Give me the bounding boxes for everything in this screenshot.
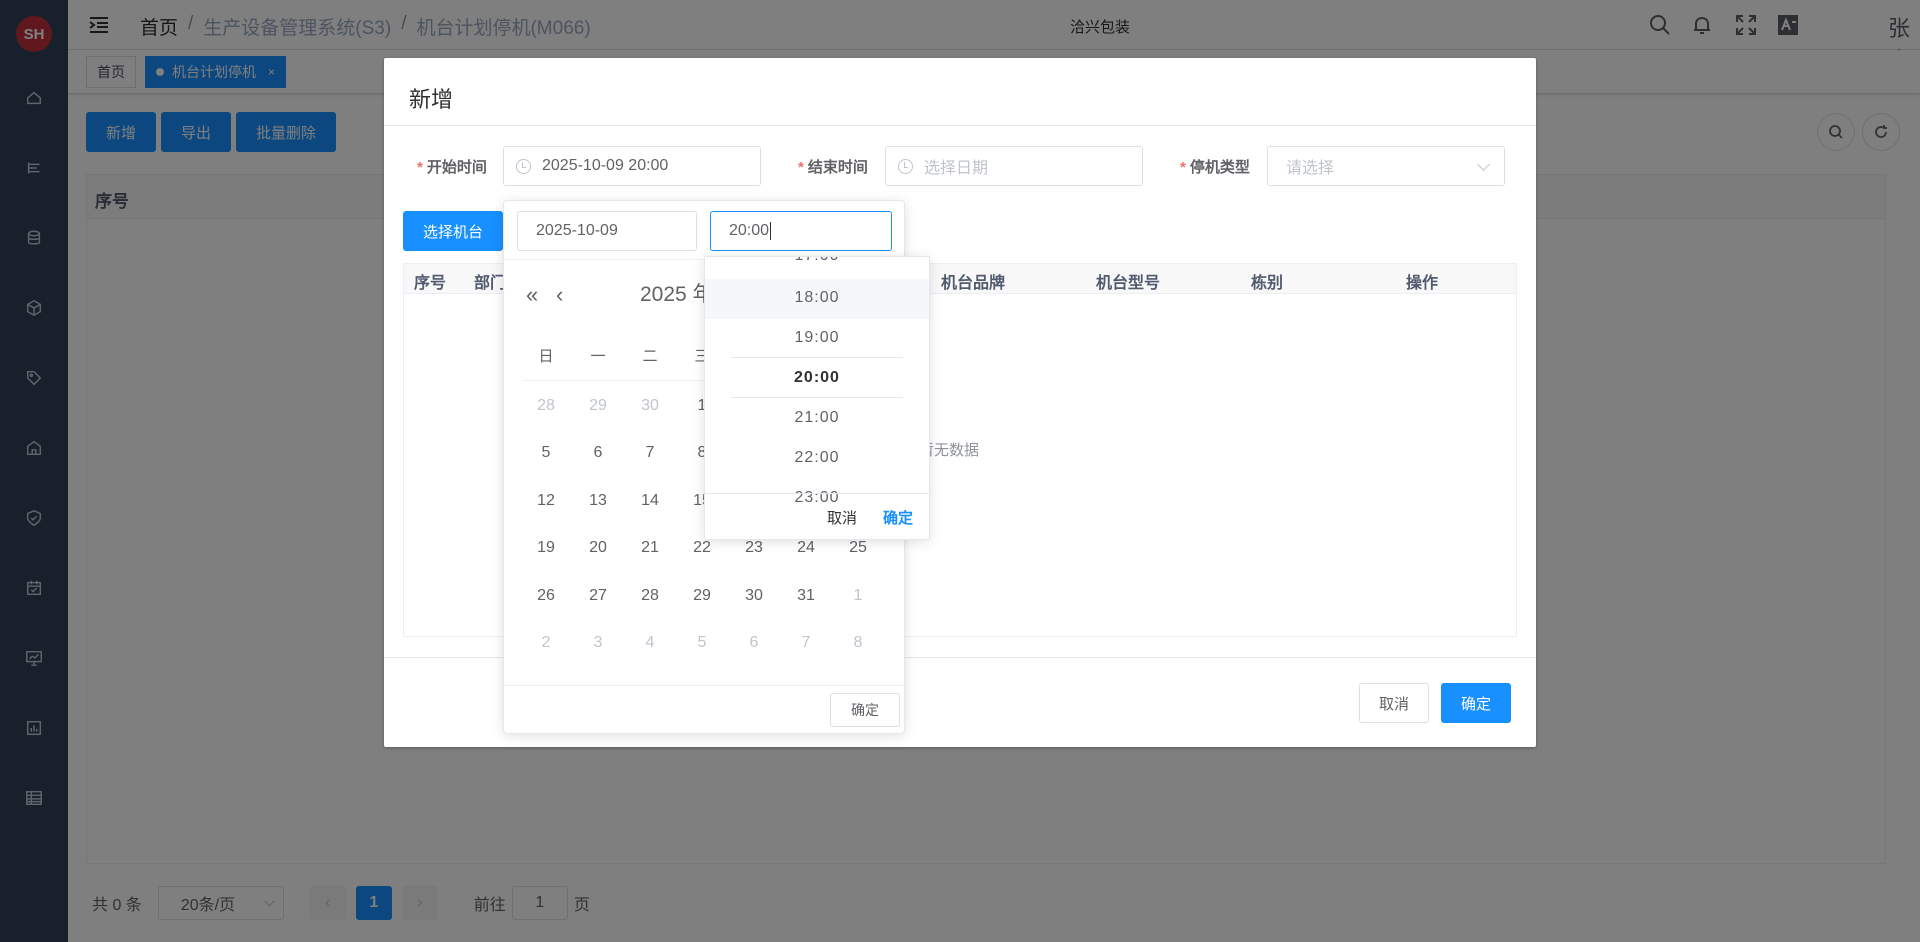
- time-option[interactable]: 21:00: [705, 409, 929, 427]
- start-time-label-text: 开始时间: [426, 159, 487, 176]
- text-cursor: [770, 222, 772, 240]
- col-actions: 操作: [1406, 275, 1439, 292]
- calendar-day[interactable]: 1: [840, 584, 876, 608]
- end-time-label-text: 结束时间: [807, 159, 868, 176]
- time-confirm-button[interactable]: 确定: [883, 507, 913, 528]
- calendar-day[interactable]: 29: [580, 394, 616, 418]
- weekday-label: 日: [538, 348, 554, 365]
- end-time-label: * 结束时间: [798, 156, 868, 177]
- calendar-day[interactable]: 4: [632, 631, 668, 655]
- time-option[interactable]: 20:00: [705, 369, 929, 387]
- col-department: 部门: [474, 275, 507, 292]
- calendar-day[interactable]: 7: [632, 441, 668, 465]
- prev-year-icon[interactable]: «: [526, 282, 538, 308]
- picker-time-input[interactable]: 20:00: [710, 211, 892, 251]
- divider: [504, 685, 904, 686]
- required-mark: *: [417, 159, 423, 176]
- calendar-day[interactable]: 19: [528, 536, 564, 560]
- time-option[interactable]: 17:00: [705, 257, 929, 265]
- selection-line-bottom: [731, 397, 903, 398]
- time-cancel-button[interactable]: 取消: [827, 507, 857, 528]
- end-time-input[interactable]: 选择日期: [885, 146, 1143, 186]
- calendar-day[interactable]: 13: [580, 489, 616, 513]
- calendar-day[interactable]: 2: [528, 631, 564, 655]
- picker-time-value: 20:00: [729, 222, 770, 239]
- calendar-day[interactable]: 31: [788, 584, 824, 608]
- time-option[interactable]: 22:00: [705, 449, 929, 467]
- calendar-day[interactable]: 26: [528, 584, 564, 608]
- start-time-input[interactable]: 2025-10-09 20:00: [503, 146, 761, 186]
- cancel-button[interactable]: 取消: [1359, 683, 1429, 723]
- time-option[interactable]: 19:00: [705, 329, 929, 347]
- calendar-day[interactable]: 5: [528, 441, 564, 465]
- calendar-day[interactable]: 28: [632, 584, 668, 608]
- picker-date-input[interactable]: 2025-10-09: [517, 211, 697, 251]
- calendar-day[interactable]: 6: [580, 441, 616, 465]
- confirm-button[interactable]: 确定: [1441, 683, 1511, 723]
- calendar-day[interactable]: 3: [580, 631, 616, 655]
- calendar-day[interactable]: 14: [632, 489, 668, 513]
- divider: [705, 493, 929, 494]
- required-mark: *: [1180, 159, 1186, 176]
- calendar-day[interactable]: 28: [528, 394, 564, 418]
- col-index: 序号: [414, 275, 447, 292]
- col-machine-brand: 机台品牌: [941, 275, 1006, 292]
- calendar-day[interactable]: 5: [684, 631, 720, 655]
- chevron-down-icon: [1477, 158, 1490, 171]
- time-spinner-panel: 17:00 18:00 19:00 20:00 21:00 22:00 23:00 取消 确…: [704, 256, 930, 540]
- calendar-day[interactable]: 8: [840, 631, 876, 655]
- stop-type-label: * 停机类型: [1180, 156, 1250, 177]
- start-time-label: * 开始时间: [417, 156, 487, 177]
- stop-type-placeholder: 请选择: [1286, 160, 1335, 177]
- divider: [384, 125, 1536, 126]
- choose-machine-button[interactable]: 选择机台: [403, 211, 503, 251]
- calendar-day[interactable]: 20: [580, 536, 616, 560]
- end-time-placeholder: 选择日期: [924, 160, 989, 177]
- weekday-label: 一: [590, 348, 606, 365]
- col-building: 栋别: [1251, 275, 1284, 292]
- time-option[interactable]: 23:00: [705, 489, 929, 507]
- calendar-day[interactable]: 29: [684, 584, 720, 608]
- stop-type-label-text: 停机类型: [1189, 159, 1250, 176]
- required-mark: *: [798, 159, 804, 176]
- picker-ok-button[interactable]: 确定: [830, 693, 900, 727]
- col-machine-model: 机台型号: [1096, 275, 1161, 292]
- dialog-title: 新增: [409, 87, 454, 112]
- calendar-day[interactable]: 27: [580, 584, 616, 608]
- calendar-day[interactable]: 6: [736, 631, 772, 655]
- weekday-label: 二: [642, 348, 658, 365]
- time-option[interactable]: 18:00: [705, 289, 929, 307]
- start-time-value: 2025-10-09 20:00: [542, 157, 669, 174]
- calendar-day[interactable]: 30: [736, 584, 772, 608]
- stop-type-select[interactable]: 请选择: [1267, 146, 1505, 186]
- clock-icon: [516, 159, 531, 174]
- calendar-day[interactable]: 21: [632, 536, 668, 560]
- prev-month-icon[interactable]: ‹: [556, 282, 563, 308]
- picker-header-year[interactable]: 2025 年: [640, 278, 714, 308]
- clock-icon: [898, 159, 913, 174]
- calendar-day[interactable]: 30: [632, 394, 668, 418]
- calendar-day[interactable]: 7: [788, 631, 824, 655]
- calendar-day[interactable]: 12: [528, 489, 564, 513]
- selection-line-top: [731, 357, 903, 358]
